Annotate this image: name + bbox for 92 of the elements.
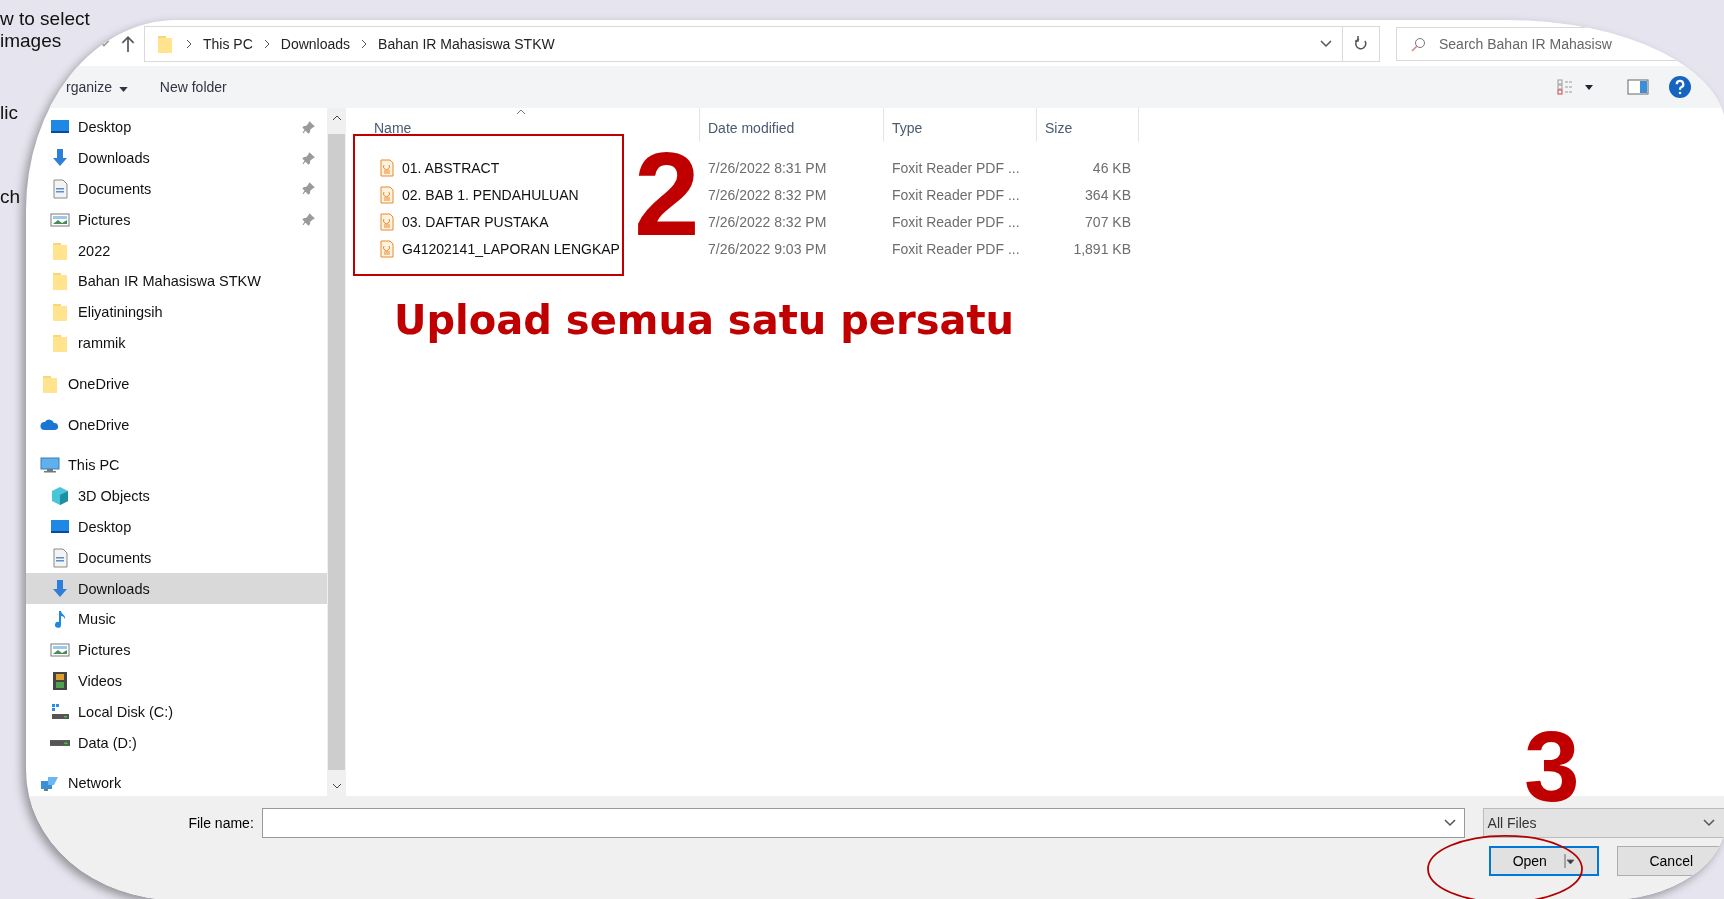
- pin-icon[interactable]: [302, 120, 315, 134]
- sidebar-item[interactable]: Desktop: [26, 511, 327, 543]
- sidebar-item[interactable]: Music: [26, 603, 327, 635]
- sidebar-item[interactable]: This PC: [26, 449, 327, 481]
- scrollbar[interactable]: [327, 108, 346, 796]
- sidebar-item[interactable]: rammik: [26, 327, 327, 359]
- breadcrumb[interactable]: Bahan IR Mahasiswa STKW: [378, 36, 555, 52]
- column-header[interactable]: Type: [884, 108, 1037, 142]
- organize-menu[interactable]: rganize: [60, 75, 134, 99]
- sidebar-item[interactable]: Eliyatiningsih: [26, 296, 327, 328]
- chevron-icon[interactable]: [262, 39, 271, 49]
- film-icon: [50, 670, 70, 691]
- pdf-file-icon: [380, 212, 394, 231]
- pdf-file-icon: [380, 185, 394, 204]
- sidebar-item[interactable]: OneDrive: [26, 368, 327, 400]
- sidebar-item[interactable]: Desktop: [26, 112, 327, 143]
- sidebar-item[interactable]: Local Disk (C:): [26, 696, 327, 728]
- breadcrumb[interactable]: This PC: [203, 36, 253, 52]
- pin-icon[interactable]: [302, 213, 315, 227]
- search-icon: [1410, 37, 1426, 53]
- date-modified: 7/26/2022 8:32 PM: [708, 186, 827, 203]
- folder-icon: [50, 271, 70, 292]
- sidebar-item[interactable]: OneDrive: [26, 409, 327, 440]
- pdf-file-icon: [380, 239, 394, 258]
- file-size: 364 KB: [1085, 186, 1131, 203]
- cube-icon: [50, 486, 70, 507]
- file-name[interactable]: 03. DAFTAR PUSTAKA: [402, 213, 549, 230]
- date-modified: 7/26/2022 8:31 PM: [708, 159, 827, 176]
- folder-icon: [155, 34, 175, 54]
- field-label: File name:: [187, 815, 254, 831]
- file-name[interactable]: 02. BAB 1. PENDAHULUAN: [402, 186, 579, 203]
- folder-icon: [40, 373, 60, 394]
- sidebar-item[interactable]: Videos: [26, 665, 327, 697]
- date-modified: 7/26/2022 8:32 PM: [708, 213, 827, 230]
- sidebar-item[interactable]: 2022: [26, 235, 327, 266]
- sidebar-item[interactable]: Data (D:): [26, 727, 327, 758]
- file-type: Foxit Reader PDF ...: [892, 186, 1020, 203]
- sidebar-item[interactable]: Downloads: [26, 573, 327, 604]
- address-bar[interactable]: This PC Downloads Bahan IR Mahasiswa STKW: [144, 26, 1343, 62]
- sidebar-item[interactable]: Pictures: [26, 204, 327, 236]
- file-type: Foxit Reader PDF ...: [892, 213, 1020, 230]
- sidebar-item[interactable]: Bahan IR Mahasiswa STKW: [26, 266, 327, 297]
- column-header[interactable]: Name: [366, 108, 700, 142]
- date-modified: 7/26/2022 9:03 PM: [708, 240, 827, 257]
- folder-icon: [50, 332, 70, 353]
- file-type: Foxit Reader PDF ...: [892, 159, 1020, 176]
- file-type: Foxit Reader PDF ...: [892, 240, 1020, 257]
- file-name-field[interactable]: [261, 808, 1465, 838]
- open-button[interactable]: Open: [1489, 846, 1599, 876]
- sidebar-item[interactable]: Documents: [26, 173, 327, 205]
- help-icon[interactable]: [1669, 76, 1691, 98]
- sidebar-item[interactable]: 3D Objects: [26, 480, 327, 512]
- folder-icon: [50, 240, 70, 261]
- sidebar-item[interactable]: Downloads: [26, 142, 327, 174]
- file-size: 46 KB: [1092, 159, 1131, 176]
- computer-icon: [40, 455, 60, 476]
- background-text: ch: [0, 186, 21, 208]
- background-text: images: [0, 30, 62, 52]
- system-drive-icon: [50, 701, 70, 722]
- chevron-icon[interactable]: [360, 39, 369, 49]
- preview-pane-icon[interactable]: [1627, 79, 1649, 95]
- scroll-down-icon[interactable]: [331, 782, 342, 790]
- file-name[interactable]: 01. ABSTRACT: [402, 159, 500, 176]
- column-header[interactable]: Date modified: [700, 108, 884, 142]
- file-name[interactable]: G41202141_LAPORAN LENGKAP: [402, 240, 620, 257]
- document-icon: [50, 179, 70, 199]
- file-size: 707 KB: [1085, 213, 1131, 230]
- pin-icon[interactable]: [302, 182, 315, 196]
- up-arrow-icon[interactable]: [120, 35, 136, 53]
- instruction-text: Upload semua satu persatu: [394, 297, 1015, 343]
- sidebar-item[interactable]: Network: [26, 767, 327, 799]
- download-arrow-icon: [50, 578, 70, 599]
- file-size: 1,891 KB: [1073, 240, 1131, 257]
- document-icon: [50, 547, 70, 568]
- background-text: lic: [0, 102, 18, 124]
- file-type-dropdown[interactable]: All Files: [1482, 808, 1724, 838]
- refresh-icon: [1353, 36, 1369, 52]
- pdf-file-icon: [380, 158, 394, 177]
- column-header[interactable]: Size: [1037, 108, 1139, 142]
- chevron-icon[interactable]: [185, 39, 193, 49]
- scroll-up-icon[interactable]: [331, 114, 342, 122]
- folder-icon: [50, 302, 70, 323]
- split-caret-icon: [1562, 852, 1575, 870]
- sidebar-item[interactable]: Documents: [26, 542, 327, 574]
- breadcrumb[interactable]: Downloads: [280, 36, 351, 52]
- caret-icon: [118, 87, 128, 92]
- background-text: w to select: [0, 8, 90, 30]
- refresh-button[interactable]: [1342, 26, 1380, 62]
- pin-icon[interactable]: [302, 151, 315, 165]
- new-folder-button[interactable]: New folder: [153, 75, 233, 99]
- drive-icon: [50, 739, 70, 746]
- sidebar-item[interactable]: Pictures: [26, 634, 327, 666]
